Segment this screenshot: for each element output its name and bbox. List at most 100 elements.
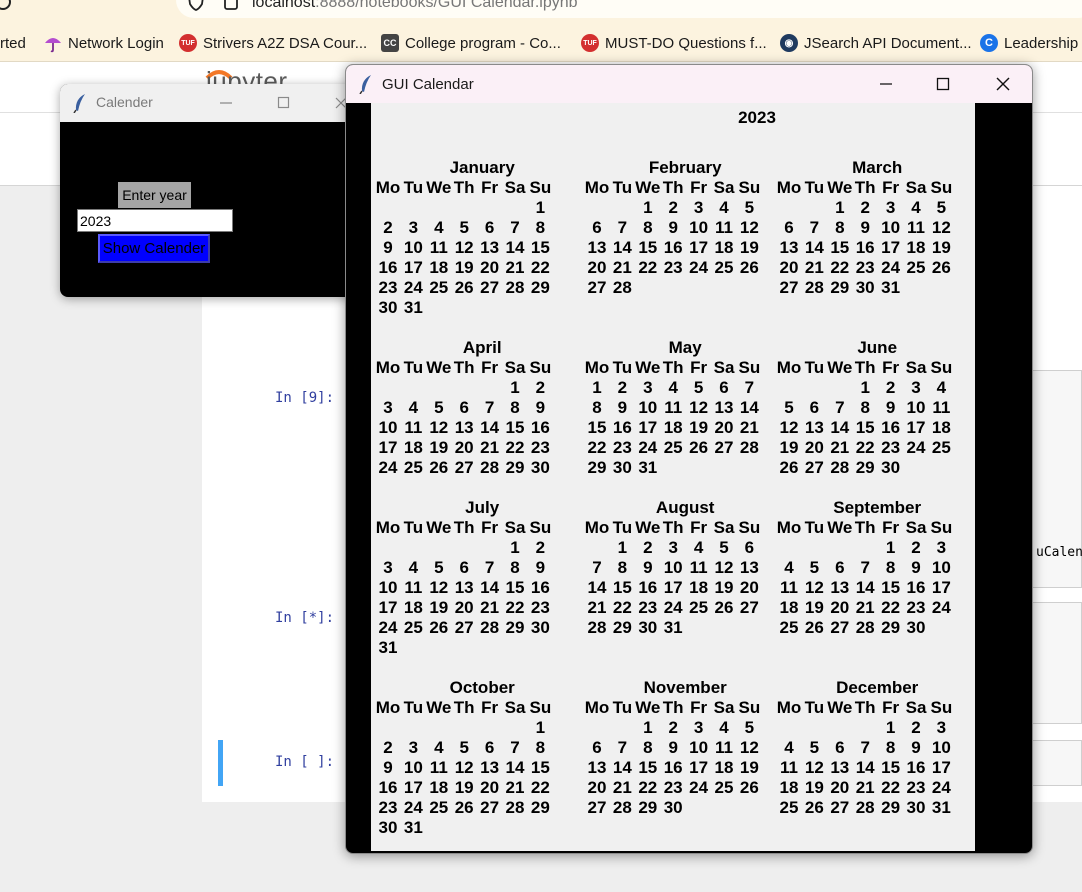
bookmark-network-login[interactable]: Network Login [43, 33, 164, 53]
day-cell: 25 [663, 438, 683, 457]
day-cell: 9 [668, 738, 678, 757]
day-cell: 4 [911, 198, 921, 217]
day-cell: 3 [885, 198, 896, 217]
day-cell: 16 [530, 418, 550, 437]
day-cell: 7 [809, 218, 820, 237]
day-cell: 28 [505, 278, 525, 297]
day-cell: 2 [383, 218, 393, 237]
day-cell: 8 [592, 398, 602, 417]
weekday-label: Tu [403, 518, 424, 537]
bookmarks-bar: rted Network Login TUF Strivers A2Z DSA … [0, 24, 1082, 62]
weekday-label: Su [738, 518, 761, 537]
day-cell: 5 [693, 378, 704, 397]
weekday-label: We [426, 698, 452, 717]
umbrella-icon [45, 38, 61, 53]
bookmark-started[interactable]: rted [0, 33, 26, 53]
day-cell: 25 [931, 438, 951, 457]
day-cell: 5 [459, 738, 469, 757]
day-cell: 21 [587, 598, 607, 617]
day-cell: 7 [860, 738, 870, 757]
bookmark-jsearch[interactable]: ◉ JSearch API Document... [780, 33, 972, 53]
day-cell: 20 [739, 578, 759, 597]
day-cell: 13 [587, 758, 607, 777]
day-cell: 19 [804, 778, 824, 797]
day-cell: 19 [429, 598, 449, 617]
day-cell: 19 [714, 578, 734, 597]
weekday-label: Th [453, 518, 475, 537]
day-cell: 29 [855, 458, 875, 477]
month-title-march: March [852, 158, 903, 177]
day-cell: 10 [906, 398, 926, 417]
weekday-label: Su [930, 358, 953, 377]
weekday-label: We [426, 518, 452, 537]
day-cell: 21 [830, 438, 850, 457]
day-cell: 21 [505, 778, 525, 797]
day-cell: 4 [719, 718, 729, 737]
minimize-icon[interactable] [219, 98, 233, 108]
weekday-label: Fr [690, 358, 708, 377]
day-cell: 15 [638, 238, 658, 257]
day-cell: 12 [689, 398, 709, 417]
year-input[interactable] [77, 209, 233, 232]
bookmark-leadership[interactable]: C Leadership [980, 33, 1078, 53]
day-cell: 10 [403, 758, 423, 777]
day-cell: 2 [860, 198, 870, 217]
day-cell: 8 [860, 398, 870, 417]
day-cell: 28 [855, 798, 875, 817]
day-cell: 26 [739, 258, 759, 277]
browser-address-bar: localhost:8888/notebooks/GUI Calendar.ip… [0, 0, 1082, 24]
reload-icon[interactable] [0, 0, 14, 13]
weekday-label: Mo [776, 698, 802, 717]
shield-icon[interactable] [186, 0, 206, 12]
month-title-january: January [449, 158, 515, 177]
window-titlebar[interactable]: Calender [60, 84, 360, 122]
bookmark-strivers[interactable]: TUF Strivers A2Z DSA Cour... [179, 33, 367, 53]
day-cell: 17 [663, 578, 683, 597]
maximize-icon[interactable] [277, 96, 291, 110]
weekday-label: We [635, 178, 661, 197]
day-cell: 12 [454, 758, 474, 777]
bookmark-must-do[interactable]: TUF MUST-DO Questions f... [581, 33, 767, 53]
day-cell: 28 [804, 278, 824, 297]
day-cell: 23 [906, 598, 926, 617]
day-cell: 31 [638, 458, 658, 477]
month-title-december: December [836, 678, 919, 697]
gui-calendar-window: GUI Calendar 2023 January Mo Tu We Th Fr Sa Su 1… [345, 64, 1033, 854]
day-cell: 8 [885, 738, 896, 757]
window-titlebar[interactable]: GUI Calendar [346, 65, 1032, 103]
day-cell: 17 [403, 778, 423, 797]
day-cell: 17 [403, 258, 423, 277]
day-cell: 26 [429, 618, 449, 637]
day-cell: 18 [403, 598, 423, 617]
minimize-button[interactable] [863, 65, 909, 103]
day-cell: 17 [931, 578, 951, 597]
day-cell: 23 [881, 438, 901, 457]
weekday-label: Fr [481, 518, 499, 537]
day-cell: 29 [881, 618, 901, 637]
weekday-label: Mo [584, 358, 610, 377]
day-cell: 6 [459, 558, 469, 577]
day-cell: 1 [885, 718, 896, 737]
day-cell: 13 [454, 418, 474, 437]
weekday-label: Su [529, 518, 552, 537]
close-button[interactable] [980, 65, 1026, 103]
weekday-label: Fr [481, 178, 499, 197]
day-cell: 29 [830, 278, 850, 297]
day-cell: 5 [809, 738, 820, 757]
day-cell: 12 [804, 758, 824, 777]
day-cell: 5 [784, 398, 794, 417]
day-cell: 9 [911, 738, 921, 757]
weekday-label: Mo [375, 178, 401, 197]
day-cell: 30 [906, 618, 926, 637]
day-cell: 23 [663, 778, 683, 797]
day-cell: 18 [906, 238, 926, 257]
day-cell: 18 [714, 758, 734, 777]
maximize-button[interactable] [920, 65, 966, 103]
day-cell: 29 [587, 458, 607, 477]
bookmark-college-program[interactable]: CC College program - Co... [381, 33, 561, 53]
show-calender-button[interactable]: Show Calender [98, 234, 210, 263]
day-cell: 29 [530, 798, 550, 817]
day-cell: 19 [931, 238, 951, 257]
url-text[interactable]: localhost:8888/notebooks/GUI Calendar.ip… [252, 0, 578, 12]
day-cell: 21 [612, 258, 632, 277]
